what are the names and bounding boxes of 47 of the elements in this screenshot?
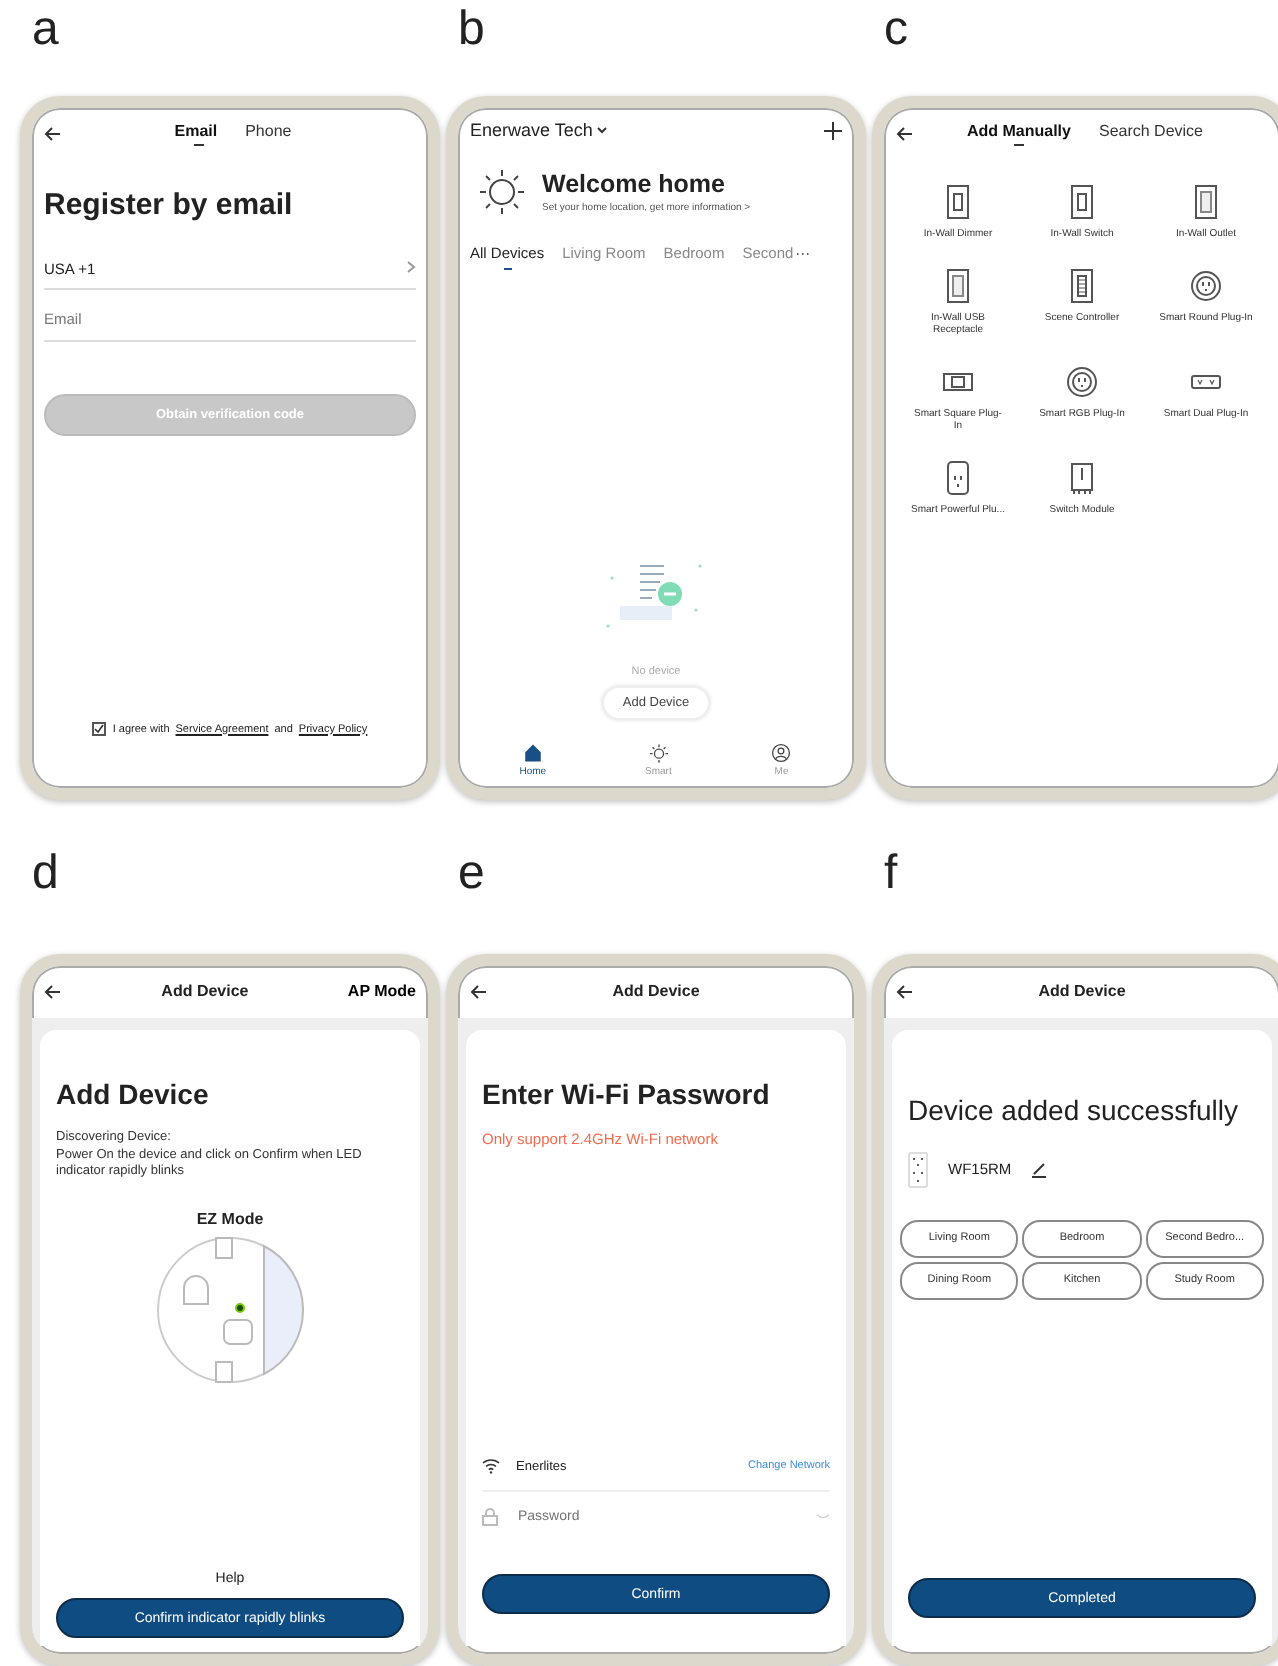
lock-icon: [482, 1508, 498, 1526]
outlet-icon: [908, 1151, 928, 1188]
checkbox[interactable]: [92, 722, 107, 736]
wall-switch-icon[interactable]: [1066, 184, 1098, 220]
keypad-icon[interactable]: [1066, 268, 1098, 304]
plug-icon[interactable]: [942, 460, 974, 496]
tab[interactable]: Search Device: [1098, 122, 1204, 146]
wall-switch-icon[interactable]: [942, 184, 974, 220]
pencil-icon[interactable]: [1031, 1161, 1048, 1178]
panel-letter: f: [882, 844, 898, 904]
back-arrow-icon[interactable]: [470, 983, 488, 1000]
page-heading: Enter Wi-Fi Password: [482, 1077, 772, 1110]
back-arrow-icon[interactable]: [44, 983, 62, 1000]
panel-letter: a: [30, 0, 59, 60]
screen-title: Add Device: [610, 982, 702, 1001]
caret-icon[interactable]: [596, 126, 609, 134]
wifi-icon: [482, 1458, 500, 1474]
panel-letter: d: [30, 844, 59, 904]
page-heading: Add Device: [56, 1077, 211, 1110]
round-plug-icon[interactable]: [1190, 268, 1222, 304]
screen-title: Add Device: [1036, 982, 1128, 1001]
mode-label: EZ Mode: [194, 1210, 266, 1229]
round-plug-icon[interactable]: [1066, 364, 1098, 400]
tab[interactable]: Phone: [245, 122, 292, 146]
panel-letter: b: [456, 0, 485, 60]
wall-outlet-icon[interactable]: [1190, 184, 1222, 220]
back-arrow-icon[interactable]: [44, 126, 62, 142]
page-title: Register by email: [44, 188, 295, 222]
tab[interactable]: Email: [174, 122, 218, 146]
ap-mode-button[interactable]: AP Mode: [347, 982, 416, 1001]
welcome-title: Welcome home: [542, 170, 727, 198]
screen-title: Add Device: [159, 982, 251, 1001]
back-arrow-icon[interactable]: [896, 126, 914, 142]
back-arrow-icon[interactable]: [896, 983, 914, 1000]
wall-outlet-icon[interactable]: [942, 268, 974, 304]
tab[interactable]: Add Manually: [966, 122, 1071, 146]
home-icon: [521, 742, 544, 764]
sun-icon: [647, 742, 670, 764]
sun-icon: [478, 168, 526, 216]
panel-letter: e: [456, 844, 485, 904]
profile-icon: [770, 742, 793, 764]
panel-letter: c: [882, 0, 908, 60]
plus-icon[interactable]: [824, 121, 842, 139]
home-name[interactable]: Enerwave Tech: [470, 120, 593, 140]
chevron-icon: [406, 260, 416, 274]
success-heading: Device added successfully: [908, 1093, 1240, 1128]
switch-module-icon[interactable]: [1066, 460, 1098, 496]
